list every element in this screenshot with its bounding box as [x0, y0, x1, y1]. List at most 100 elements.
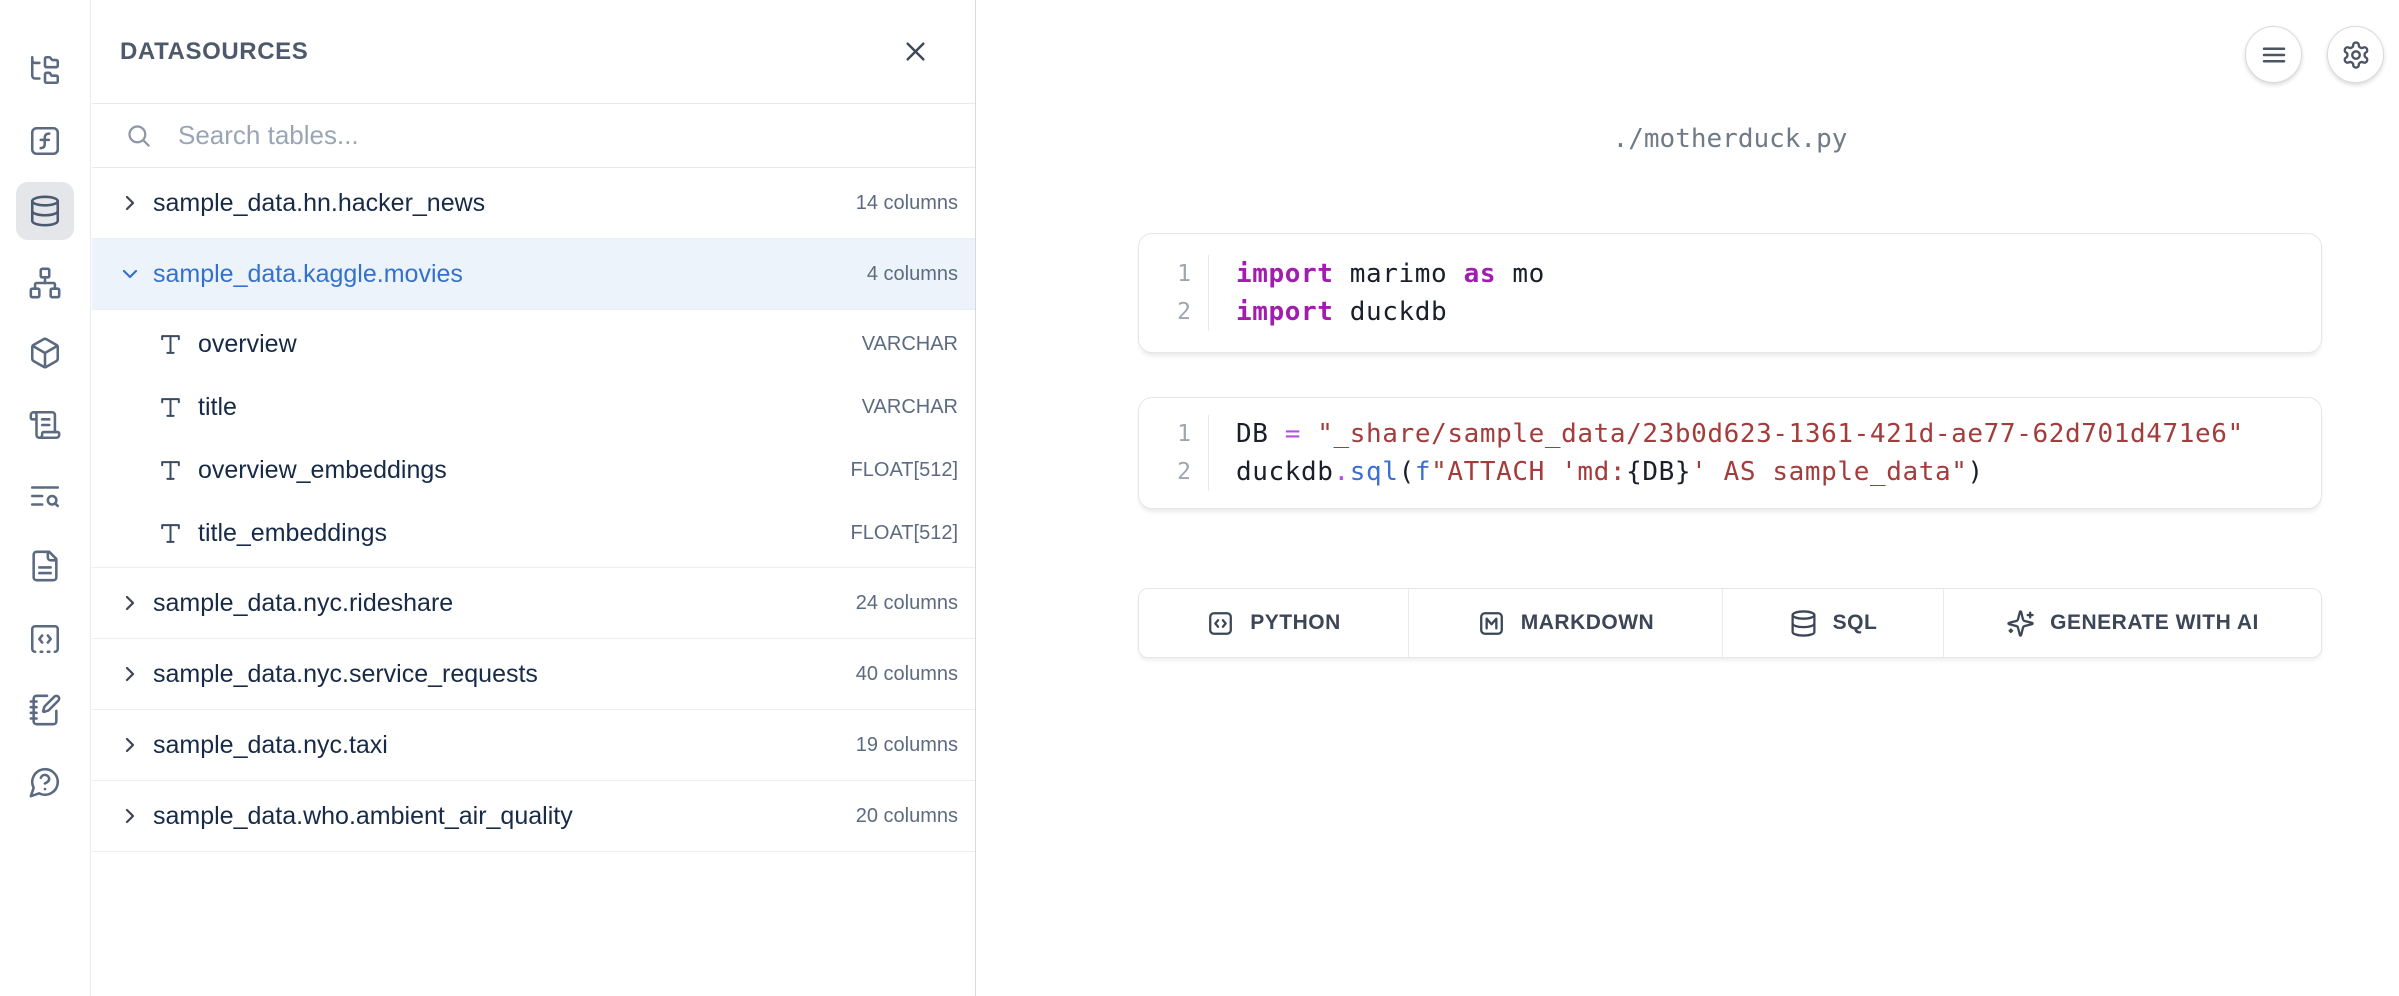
sparkles-icon: [2006, 609, 2035, 638]
code-area: DB = "_share/sample_data/23b0d623-1361-4…: [1209, 415, 2244, 491]
table-column-count: 19 columns: [856, 734, 958, 757]
table-row[interactable]: sample_data.hn.hacker_news 14 columns: [92, 168, 975, 239]
text-type-icon: [158, 395, 183, 420]
file-tree-icon: [28, 53, 62, 87]
settings-button[interactable]: [2327, 26, 2384, 83]
column-type: FLOAT[512]: [851, 522, 958, 545]
database-icon: [28, 194, 62, 228]
code-cell[interactable]: 12import marimo as moimport duckdb: [1138, 233, 2322, 353]
table-name: sample_data.hn.hacker_news: [153, 189, 485, 218]
column-name: overview_embeddings: [198, 456, 447, 485]
rail-btn-packages[interactable]: [16, 324, 74, 382]
add-python-label: PYTHON: [1250, 611, 1341, 635]
code-line: DB = "_share/sample_data/23b0d623-1361-4…: [1236, 415, 2244, 453]
chevron-right-icon: [118, 804, 142, 828]
chevron-right-icon: [118, 591, 142, 615]
table-row[interactable]: sample_data.nyc.rideshare 24 columns: [92, 568, 975, 639]
search-tables-input[interactable]: [176, 119, 955, 152]
close-icon: [902, 38, 929, 65]
rail-btn-file-tree[interactable]: [16, 41, 74, 99]
text-type-icon: [158, 332, 183, 357]
add-python-cell-button[interactable]: PYTHON: [1139, 589, 1409, 657]
code-line: import duckdb: [1236, 293, 1545, 331]
generate-with-ai-button[interactable]: GENERATE WITH AI: [1944, 589, 2321, 657]
rail-btn-function-square[interactable]: [16, 112, 74, 170]
column-row[interactable]: title_embeddings FLOAT[512]: [92, 502, 975, 565]
rail-btn-dependencies[interactable]: [16, 254, 74, 312]
table-row[interactable]: sample_data.nyc.taxi 19 columns: [92, 710, 975, 781]
chevron-down-icon: [118, 262, 142, 286]
function-square-icon: [28, 124, 62, 158]
markdown-square-icon: [1477, 609, 1506, 638]
code-square-dashed-icon: [28, 622, 62, 656]
rail-btn-datasources[interactable]: [16, 182, 74, 240]
table-row[interactable]: sample_data.kaggle.movies 4 columns: [92, 239, 975, 310]
notebook-content: ./motherduck.py 12import marimo as moimp…: [1138, 0, 2322, 996]
table-list: sample_data.hn.hacker_news14 columnssamp…: [92, 168, 975, 852]
box-icon: [28, 336, 62, 370]
rail-btn-documentation[interactable]: [16, 537, 74, 595]
text-type-icon: [158, 521, 183, 546]
code-cell[interactable]: 12 DB = "_share/sample_data/23b0d623-1361…: [1138, 397, 2322, 509]
table-column-count: 24 columns: [856, 592, 958, 615]
notebook-pen-icon: [28, 693, 62, 727]
rail-btn-logs[interactable]: [16, 396, 74, 454]
line-number-gutter: 12: [1139, 255, 1209, 331]
column-type: VARCHAR: [862, 396, 958, 419]
rail-btn-snippets[interactable]: [16, 610, 74, 668]
table-name: sample_data.nyc.service_requests: [153, 660, 538, 689]
table-column-count: 14 columns: [856, 192, 958, 215]
gear-icon: [2341, 40, 2371, 70]
network-icon: [28, 266, 62, 300]
rail-btn-help[interactable]: [16, 753, 74, 811]
menu-icon: [2259, 40, 2289, 70]
panel-title: DATASOURCES: [120, 38, 308, 66]
top-actions: [2245, 26, 2384, 83]
column-name: title_embeddings: [198, 519, 387, 548]
table-name: sample_data.kaggle.movies: [153, 260, 463, 289]
add-sql-cell-button[interactable]: SQL: [1723, 589, 1944, 657]
help-chat-icon: [28, 765, 62, 799]
line-number-gutter: 12: [1139, 415, 1209, 491]
code-area: import marimo as moimport duckdb: [1209, 255, 1545, 331]
editor-main: ./motherduck.py 12import marimo as moimp…: [977, 0, 2399, 996]
notebook-filename: ./motherduck.py: [1138, 124, 2322, 154]
text-search-icon: [28, 479, 62, 513]
add-cell-bar: PYTHON MARKDOWN SQL GENERATE WITH AI: [1138, 588, 2322, 658]
code-line: duckdb.sql(f"ATTACH 'md:{DB}' AS sample_…: [1236, 453, 2244, 491]
code-line: import marimo as mo: [1236, 255, 1545, 293]
datasources-panel: DATASOURCES sample_data.hn.hacker_news 14…: [92, 0, 976, 996]
table-name: sample_data.nyc.rideshare: [153, 589, 453, 618]
file-text-icon: [28, 549, 62, 583]
table-row[interactable]: sample_data.who.ambient_air_quality 20 co…: [92, 781, 975, 852]
table-search-row: [92, 104, 975, 168]
add-markdown-label: MARKDOWN: [1521, 611, 1654, 635]
rail-btn-text-search[interactable]: [16, 467, 74, 525]
add-sql-label: SQL: [1833, 611, 1878, 635]
column-name: title: [198, 393, 237, 422]
close-panel-button[interactable]: [893, 30, 937, 74]
database-icon: [1789, 609, 1818, 638]
code-square-icon: [1206, 609, 1235, 638]
table-row[interactable]: sample_data.nyc.service_requests 40 colum…: [92, 639, 975, 710]
add-markdown-cell-button[interactable]: MARKDOWN: [1409, 589, 1723, 657]
table-name: sample_data.who.ambient_air_quality: [153, 802, 573, 831]
column-row[interactable]: title VARCHAR: [92, 376, 975, 439]
text-type-icon: [158, 458, 183, 483]
rail-btn-scratchpad[interactable]: [16, 681, 74, 739]
column-type: VARCHAR: [862, 333, 958, 356]
column-row[interactable]: overviewVARCHAR: [92, 313, 975, 376]
notebook-menu-button[interactable]: [2245, 26, 2302, 83]
table-column-count: 20 columns: [856, 805, 958, 828]
chevron-right-icon: [118, 733, 142, 757]
scroll-text-icon: [28, 408, 62, 442]
icon-rail: [0, 0, 91, 996]
chevron-right-icon: [118, 191, 142, 215]
search-icon: [125, 122, 152, 149]
table-column-count: 40 columns: [856, 663, 958, 686]
table-column-count: 4 columns: [867, 263, 958, 286]
column-row[interactable]: overview_embeddingsFLOAT[512]: [92, 439, 975, 502]
generate-with-ai-label: GENERATE WITH AI: [2050, 611, 2259, 635]
table-name: sample_data.nyc.taxi: [153, 731, 388, 760]
table-columns-group: overviewVARCHAR title VARCHAR overview_embe…: [92, 310, 975, 568]
